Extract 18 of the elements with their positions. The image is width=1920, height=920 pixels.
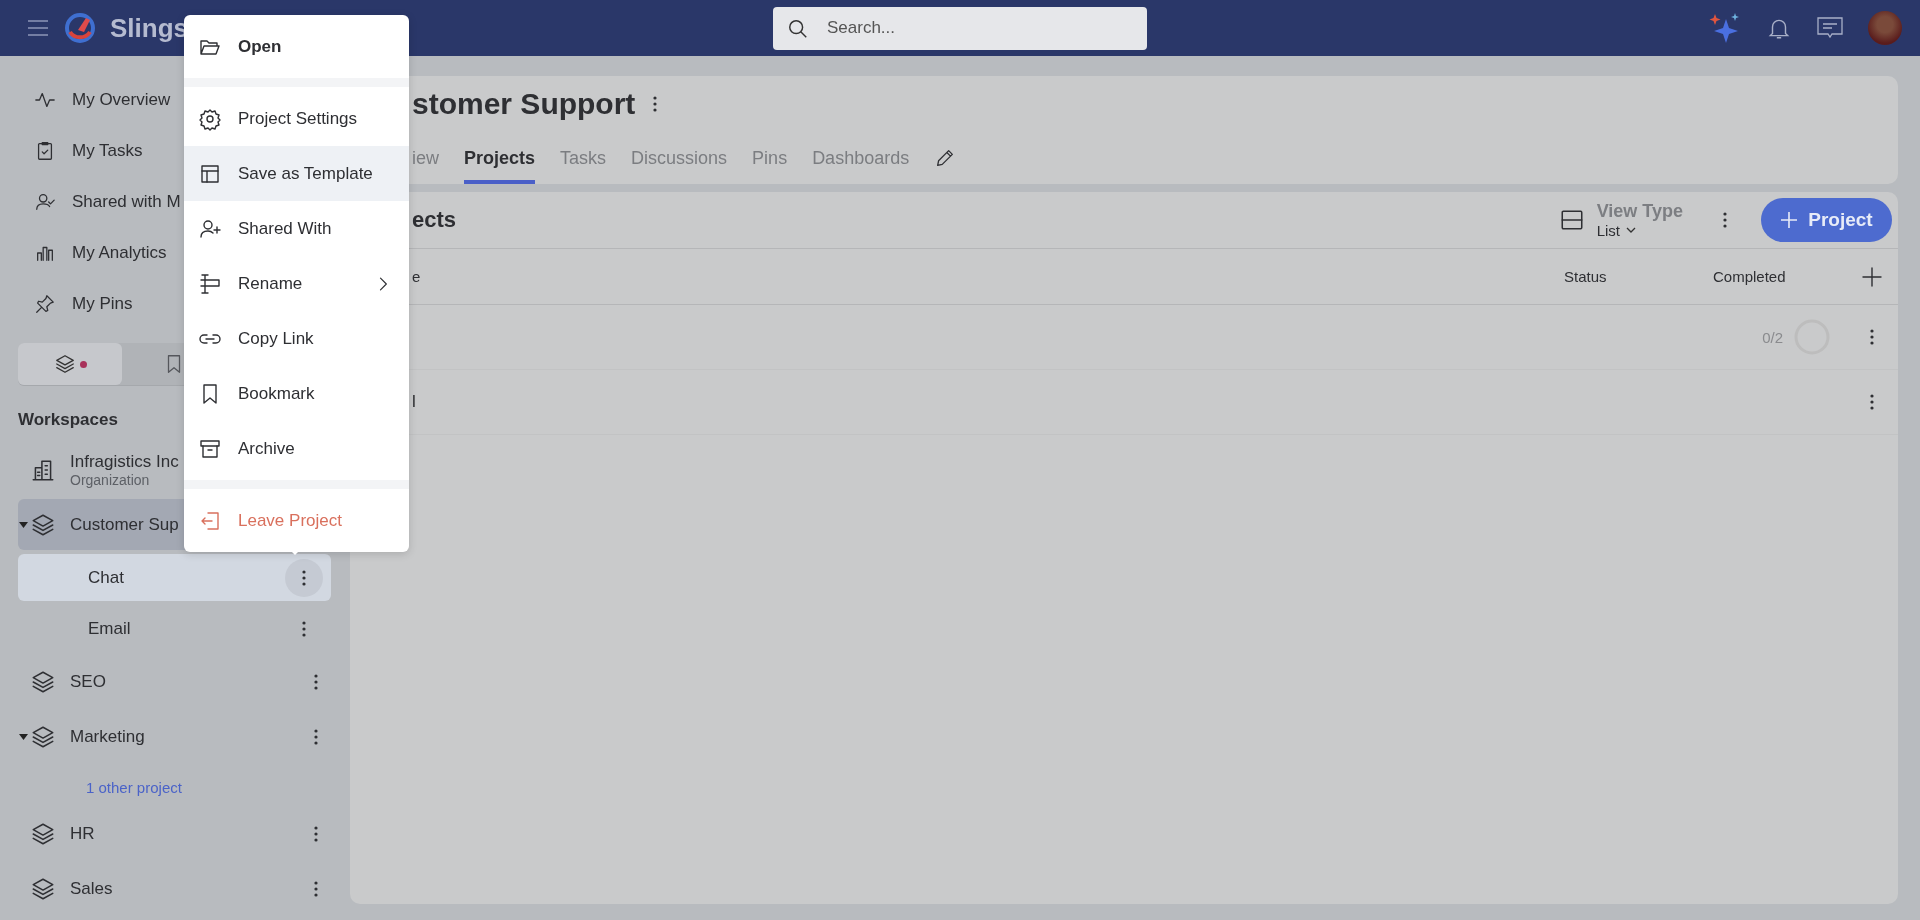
section-title: ects [412, 207, 458, 233]
workspace-name: Marketing [70, 726, 145, 747]
project-name: Chat [88, 567, 125, 588]
workspace-subtitle: Organization [70, 471, 150, 488]
column-header: Completed [1713, 268, 1787, 285]
workspace-name: Customer Sup [70, 514, 179, 535]
section-title: Workspaces [18, 410, 119, 430]
completion-count: 0/2 [1762, 328, 1783, 346]
brand-name: Slings [110, 12, 188, 44]
workspace-name: Sales [70, 878, 113, 899]
project-name: l [412, 392, 416, 411]
workspace-name: Infragistics Inc [70, 451, 179, 472]
column-header: Status [1564, 268, 1608, 285]
workspace-name: SEO [70, 671, 106, 692]
workspace-name: HR [70, 823, 95, 844]
column-header: e [412, 268, 422, 285]
project-title: stomer Support [412, 87, 636, 121]
project-name: Email [88, 618, 132, 639]
